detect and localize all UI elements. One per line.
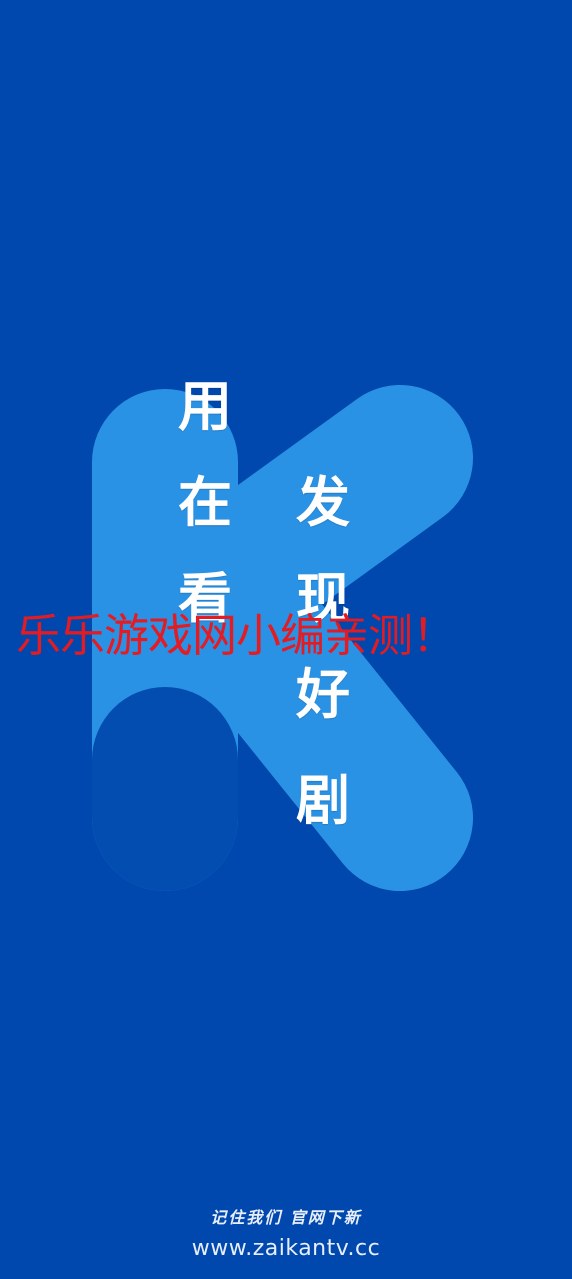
slogan-left-char-1: 用 <box>178 374 232 438</box>
slogan-right-char-3: 好 <box>296 662 350 726</box>
slogan-right-char-4: 剧 <box>296 768 350 832</box>
footer-tagline: 记住我们 官网下新 <box>210 1208 362 1227</box>
watermark-text: 乐乐游戏网小编亲测！ <box>16 609 457 662</box>
slogan-left-char-2: 在 <box>178 470 232 534</box>
k-logo-stem-shadow <box>92 687 238 891</box>
splash-screen: 用 在 看 发 现 好 剧 乐乐游戏网小编亲测！ 记住我们 官网下新 www.z… <box>0 0 572 1279</box>
slogan-right-char-1: 发 <box>296 470 350 534</box>
footer-website-url: www.zaikantv.cc <box>191 1236 381 1261</box>
